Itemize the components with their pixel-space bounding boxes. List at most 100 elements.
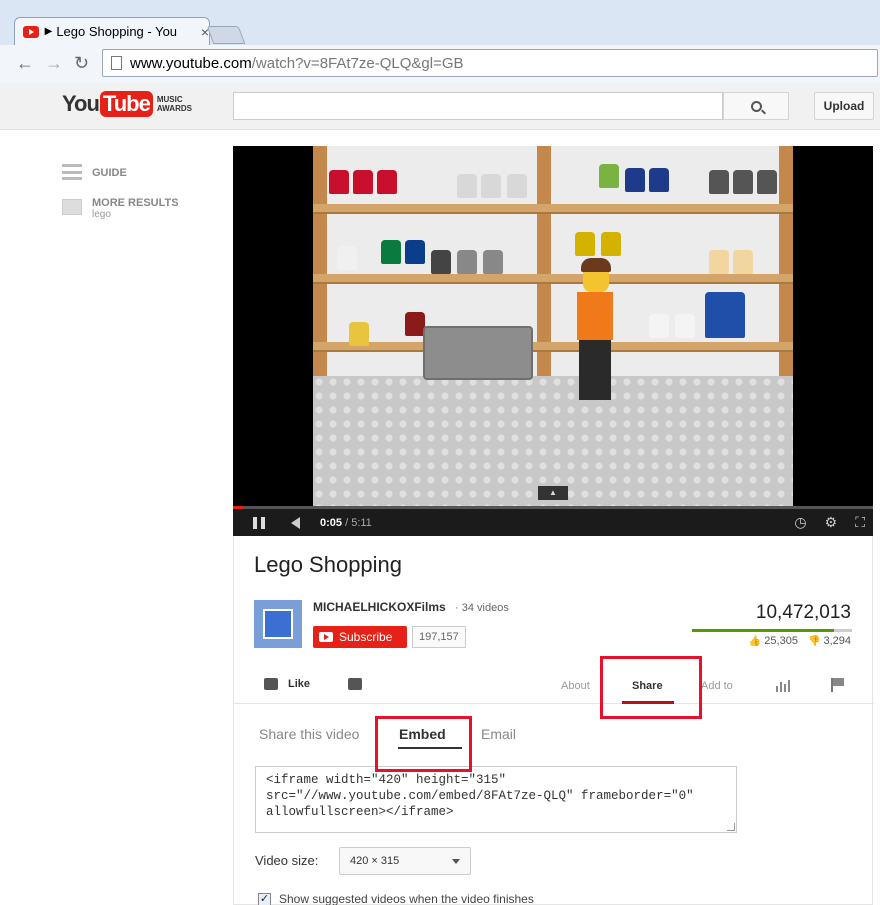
resize-handle-icon[interactable] bbox=[727, 823, 735, 831]
embed-line: allowfullscreen></iframe> bbox=[266, 805, 454, 819]
thumbs-up-small-icon: 👍 bbox=[748, 636, 762, 647]
like-dislike-counts: 👍 25,305 👎 3,294 bbox=[749, 635, 851, 647]
page-icon bbox=[111, 56, 122, 70]
subscriber-count: 197,157 bbox=[412, 626, 466, 648]
forward-icon[interactable]: → bbox=[45, 53, 63, 74]
subscribe-button[interactable]: Subscribe bbox=[313, 626, 407, 648]
volume-icon[interactable] bbox=[291, 516, 300, 529]
like-button[interactable]: Like bbox=[264, 678, 311, 691]
product bbox=[431, 250, 451, 274]
thumbs-up-icon bbox=[264, 678, 278, 691]
minifigure-hair bbox=[581, 258, 611, 272]
settings-gear-icon[interactable]: ⚙ bbox=[825, 514, 838, 531]
player-controls: 0:05 / 5:11 ◷ ⚙ ⛶ bbox=[233, 509, 873, 536]
channel-avatar[interactable] bbox=[254, 600, 302, 648]
reload-icon[interactable]: ↻ bbox=[74, 53, 89, 74]
tab-share-this-video[interactable]: Share this video bbox=[259, 726, 359, 742]
dislike-count-wrap: 👎 3,294 bbox=[808, 635, 851, 647]
video-player[interactable]: ▲ 0:05 / 5:11 ◷ ⚙ ⛶ bbox=[233, 146, 873, 536]
url-path: /watch?v=8FAt7ze-QLQ&gl=GB bbox=[251, 54, 464, 72]
product bbox=[457, 174, 477, 198]
product bbox=[733, 250, 753, 274]
watch-later-icon[interactable]: ◷ bbox=[794, 514, 806, 531]
product bbox=[405, 240, 425, 264]
annotations-toggle-icon[interactable]: ▲ bbox=[538, 486, 568, 500]
product bbox=[349, 322, 369, 346]
search-input[interactable] bbox=[233, 92, 723, 120]
product bbox=[649, 168, 669, 192]
product bbox=[381, 240, 401, 264]
address-bar[interactable]: www.youtube.com/watch?v=8FAt7ze-QLQ&gl=G… bbox=[102, 49, 878, 77]
product bbox=[483, 250, 503, 274]
search-button[interactable] bbox=[723, 92, 789, 120]
shelf bbox=[313, 274, 793, 284]
guide-item[interactable]: GUIDE bbox=[62, 162, 127, 182]
like-count-wrap: 👍 25,305 bbox=[749, 635, 798, 647]
tab-about[interactable]: About bbox=[561, 680, 590, 692]
embed-highlight-box bbox=[375, 716, 472, 772]
dislike-count: 3,294 bbox=[823, 635, 851, 647]
duration: / 5:11 bbox=[345, 516, 372, 529]
browser-tab[interactable]: ▶ Lego Shopping - You × bbox=[14, 17, 210, 45]
chevron-down-icon bbox=[452, 859, 460, 864]
product bbox=[601, 232, 621, 256]
embed-code-textarea[interactable]: <iframe width="420" height="315" src="//… bbox=[255, 766, 737, 833]
minifigure-legs bbox=[579, 340, 611, 400]
suggested-videos-label: Show suggested videos when the video fin… bbox=[279, 892, 534, 905]
youtube-logo[interactable]: You Tube MUSIC AWARDS bbox=[62, 91, 192, 117]
product bbox=[599, 164, 619, 188]
subscribe-label: Subscribe bbox=[339, 630, 393, 644]
channel-info: MICHAELHICKOXFilms · 34 videos bbox=[313, 600, 509, 614]
video-title: Lego Shopping bbox=[254, 552, 403, 577]
product bbox=[457, 250, 477, 274]
guide-menu-icon bbox=[62, 162, 82, 182]
url-text: www.youtube.com/watch?v=8FAt7ze-QLQ&gl=G… bbox=[130, 55, 464, 72]
back-icon[interactable]: ← bbox=[16, 53, 34, 74]
tab-add-to[interactable]: Add to bbox=[701, 680, 733, 692]
suggested-videos-checkbox[interactable]: ✓ bbox=[258, 892, 271, 905]
product bbox=[377, 170, 397, 194]
shelf bbox=[313, 342, 793, 352]
current-time: 0:05 bbox=[320, 516, 343, 529]
dislike-button[interactable] bbox=[348, 678, 372, 691]
fullscreen-icon[interactable]: ⛶ bbox=[855, 514, 865, 531]
more-results-label: MORE RESULTS bbox=[92, 197, 179, 209]
upload-button[interactable]: Upload bbox=[814, 92, 874, 120]
tab-email[interactable]: Email bbox=[481, 726, 516, 742]
suggested-videos-option[interactable]: ✓ Show suggested videos when the video f… bbox=[258, 892, 534, 905]
video-size-value: 420 × 315 bbox=[350, 855, 400, 867]
guide-label: GUIDE bbox=[92, 167, 127, 179]
video-size-select[interactable]: 420 × 315 bbox=[339, 847, 471, 875]
shopping-cart bbox=[423, 326, 533, 380]
product bbox=[757, 170, 777, 194]
youtube-favicon-icon bbox=[23, 25, 39, 38]
report-flag-icon[interactable] bbox=[831, 678, 845, 692]
tab-title: Lego Shopping - You bbox=[56, 24, 178, 39]
logo-music-awards: MUSIC AWARDS bbox=[156, 95, 192, 113]
product bbox=[709, 250, 729, 274]
logo-tube: Tube bbox=[99, 91, 153, 117]
pause-icon[interactable] bbox=[253, 516, 265, 529]
youtube-subscribe-icon bbox=[319, 632, 333, 642]
video-size-label: Video size: bbox=[255, 853, 319, 868]
like-ratio-fill bbox=[692, 629, 834, 632]
more-results-item[interactable]: MORE RESULTS lego bbox=[62, 197, 179, 220]
share-highlight-box bbox=[600, 656, 702, 719]
video-count[interactable]: · 34 videos bbox=[455, 602, 509, 614]
browser-chrome: ▶ Lego Shopping - You × ← → ↻ www.youtub… bbox=[0, 0, 880, 83]
statistics-icon[interactable] bbox=[776, 680, 790, 692]
like-count: 25,305 bbox=[764, 635, 798, 647]
time-display: 0:05 / 5:11 bbox=[320, 517, 372, 529]
new-tab-button[interactable] bbox=[206, 26, 246, 44]
product bbox=[709, 170, 729, 194]
embed-line: src="//www.youtube.com/embed/8FAt7ze-QLQ… bbox=[266, 789, 694, 803]
more-results-icon bbox=[62, 199, 82, 215]
channel-name[interactable]: MICHAELHICKOXFilms bbox=[313, 600, 446, 614]
video-frame[interactable] bbox=[313, 146, 793, 506]
watch-info-panel: Lego Shopping MICHAELHICKOXFilms · 34 vi… bbox=[233, 536, 874, 905]
embed-line: <iframe width="420" height="315" bbox=[266, 773, 507, 787]
product bbox=[337, 246, 357, 270]
like-label: Like bbox=[288, 678, 311, 690]
search-icon bbox=[750, 100, 762, 112]
product bbox=[507, 174, 527, 198]
